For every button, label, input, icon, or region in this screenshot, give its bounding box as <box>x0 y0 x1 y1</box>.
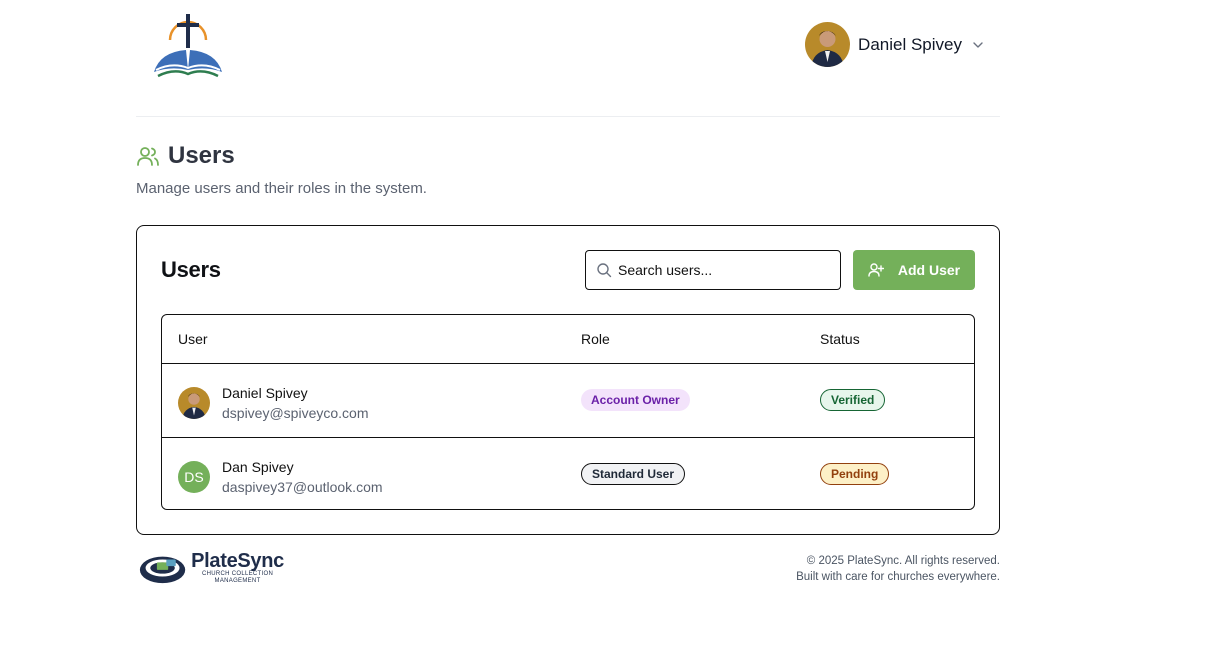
copyright-text: © 2025 PlateSync. All rights reserved. <box>806 555 1000 567</box>
user-name: Dan Spivey <box>222 459 294 475</box>
add-user-label: Add User <box>897 262 961 278</box>
brand-tagline: CHURCH COLLECTION <box>201 571 274 577</box>
status-badge: Verified <box>820 389 886 411</box>
brand-tagline-2: MANAGEMENT <box>214 578 261 584</box>
add-user-button[interactable]: Add User <box>853 250 975 290</box>
collection-plate-icon <box>139 556 186 584</box>
page-title: Users <box>168 142 235 169</box>
column-header-role: Role <box>581 331 610 347</box>
search-input[interactable] <box>618 262 828 278</box>
user-name: Daniel Spivey <box>222 385 308 401</box>
search-icon <box>597 263 612 278</box>
users-card: Users Add User User Role Status <box>136 225 1000 535</box>
footer-copyright: © 2025 PlateSync. All rights reserved. B… <box>796 553 1000 585</box>
user-email: dspivey@spiveyco.com <box>222 405 369 421</box>
page-title-row: Users <box>136 142 235 170</box>
chevron-down-icon[interactable] <box>972 39 984 51</box>
table-row[interactable]: Daniel Spivey dspivey@spiveyco.com Accou… <box>162 364 974 437</box>
user-email: daspivey37@outlook.com <box>222 479 383 495</box>
users-icon <box>137 147 159 166</box>
platesync-logo: PlateSync CHURCH COLLECTION MANAGEMENT <box>138 548 284 588</box>
user-cell: Daniel Spivey dspivey@spiveyco.com <box>178 384 369 422</box>
status-badge: Pending <box>820 463 890 485</box>
role-badge: Account Owner <box>581 389 690 411</box>
role-badge: Standard User <box>581 463 686 485</box>
search-box[interactable] <box>585 250 841 290</box>
header: Daniel Spivey <box>136 0 1000 117</box>
avatar <box>178 387 210 419</box>
avatar: DS <box>178 461 210 493</box>
brand-name: PlateSync <box>191 550 284 572</box>
user-menu-name: Daniel Spivey <box>858 34 962 54</box>
footer-tagline: Built with care for churches everywhere. <box>796 571 1000 583</box>
user-plus-icon <box>868 263 884 277</box>
users-table: User Role Status Daniel Spivey dspivey@s… <box>161 314 975 510</box>
table-row[interactable]: DS Dan Spivey daspivey37@outlook.com Sta… <box>162 437 974 509</box>
user-menu[interactable]: Daniel Spivey <box>805 22 984 67</box>
column-header-user: User <box>178 331 208 347</box>
table-header: User Role Status <box>162 315 974 364</box>
page-subtitle: Manage users and their roles in the syst… <box>136 180 427 197</box>
user-cell: DS Dan Spivey daspivey37@outlook.com <box>178 458 383 496</box>
church-logo-icon[interactable] <box>150 10 226 78</box>
avatar <box>805 22 851 67</box>
card-title: Users <box>161 257 221 282</box>
column-header-status: Status <box>820 331 860 347</box>
